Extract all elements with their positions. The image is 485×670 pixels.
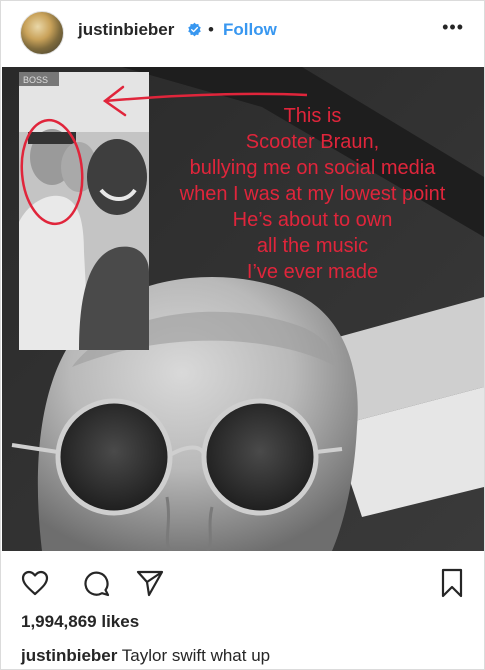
annotation-line: all the music — [256, 235, 369, 257]
annotation-text: This is Scooter Braun, bullying me on so… — [160, 103, 465, 285]
bookmark-icon[interactable] — [440, 568, 464, 598]
post-actions — [1, 551, 484, 611]
post-username[interactable]: justinbieber — [78, 20, 174, 40]
like-count[interactable]: 1,994,869 likes — [21, 612, 139, 632]
annotation-line: Scooter Braun, — [245, 131, 380, 153]
annotation-line: when I was at my lowest point — [179, 183, 446, 205]
separator-dot: • — [208, 20, 214, 39]
follow-button[interactable]: Follow — [223, 20, 277, 40]
post-caption: justinbieber Taylor swift what up — [21, 646, 270, 666]
annotation-line: I’ve ever made — [246, 261, 379, 283]
more-options-button[interactable]: ••• — [442, 17, 464, 38]
annotation-line: This is — [283, 105, 342, 127]
post-header: justinbieber • Follow ••• — [1, 1, 484, 67]
annotation-line: bullying me on social media — [189, 157, 436, 179]
caption-username[interactable]: justinbieber — [21, 646, 117, 665]
paper-plane-icon[interactable] — [136, 569, 164, 597]
avatar[interactable] — [20, 11, 64, 55]
inset-boss-sign: BOSS — [23, 75, 48, 85]
heart-icon[interactable] — [21, 570, 49, 596]
instagram-post: justinbieber • Follow ••• BOSS This is S… — [0, 0, 485, 670]
verified-badge-icon — [188, 22, 201, 37]
caption-text: Taylor swift what up — [121, 646, 271, 665]
post-photo[interactable]: BOSS This is Scooter Braun, bullying me … — [2, 67, 484, 551]
comment-icon[interactable] — [83, 569, 111, 597]
annotation-line: He’s about to own — [232, 209, 393, 231]
